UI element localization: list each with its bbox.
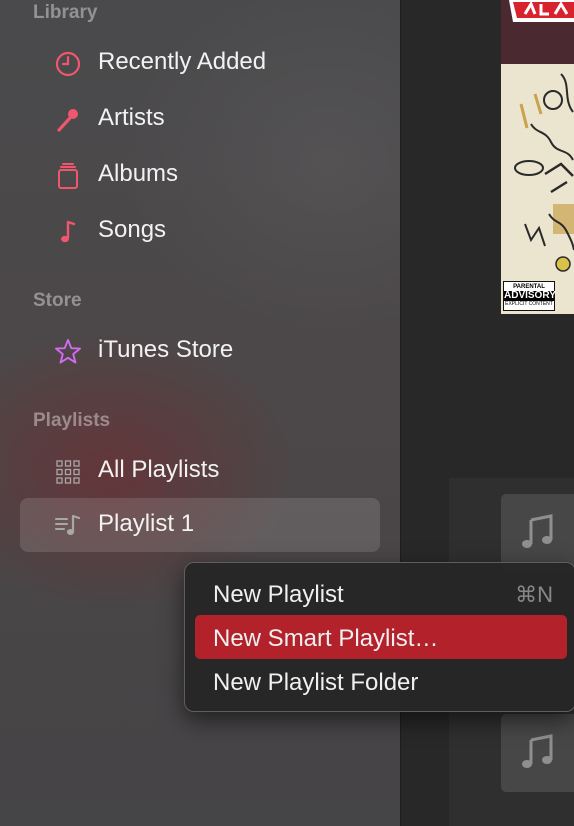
song-artwork-placeholder[interactable] — [501, 714, 574, 792]
sidebar-item-label: iTunes Store — [98, 336, 234, 363]
sidebar-item-label: Albums — [98, 160, 179, 187]
music-note-icon — [522, 734, 553, 768]
star-icon — [54, 338, 82, 366]
microphone-icon — [54, 106, 82, 134]
menu-item-new-playlist-folder[interactable]: New Playlist Folder — [195, 659, 567, 703]
sidebar-item-artists[interactable]: Artists — [20, 92, 380, 146]
sidebar-item-itunes-store[interactable]: iTunes Store — [20, 324, 380, 378]
sidebar-item-recently-added[interactable]: Recently Added — [20, 36, 380, 90]
sidebar-item-all-playlists[interactable]: All Playlists — [20, 444, 380, 498]
sidebar-item-songs[interactable]: Songs — [20, 204, 380, 258]
song-artwork-placeholder[interactable] — [501, 494, 574, 572]
section-header-library: Library — [33, 2, 98, 23]
album-stack-icon — [54, 162, 82, 190]
parental-advisory-label: PARENTAL ADVISORY EXPLICIT CONTENT — [503, 281, 556, 311]
menu-item-shortcut: ⌘N — [515, 582, 553, 607]
sidebar-item-label: Artists — [98, 104, 165, 131]
music-note-icon — [54, 218, 82, 246]
section-header-playlists: Playlists — [33, 410, 111, 431]
playlist-icon — [54, 512, 82, 540]
album-artwork-top[interactable] — [501, 0, 574, 64]
sidebar-item-label: All Playlists — [98, 456, 220, 483]
clock-icon — [54, 50, 82, 78]
menu-item-new-smart-playlist[interactable]: New Smart Playlist… — [195, 615, 567, 659]
menu-item-label: New Smart Playlist… — [213, 625, 439, 652]
grid-icon — [54, 458, 82, 486]
menu-item-label: New Playlist — [213, 581, 344, 608]
sidebar-item-playlist-1[interactable]: Playlist 1 — [20, 498, 380, 552]
album-artwork[interactable]: PARENTAL ADVISORY EXPLICIT CONTENT — [501, 64, 574, 314]
menu-item-new-playlist[interactable]: New Playlist ⌘N — [195, 571, 567, 615]
music-note-icon — [522, 514, 553, 548]
menu-item-label: New Playlist Folder — [213, 669, 419, 696]
sidebar-item-label: Recently Added — [98, 48, 267, 75]
sidebar-item-label: Songs — [98, 216, 167, 243]
section-header-store: Store — [33, 290, 82, 311]
sidebar-item-albums[interactable]: Albums — [20, 148, 380, 202]
sidebar-item-label: Playlist 1 — [98, 510, 195, 537]
context-menu: New Playlist ⌘N New Smart Playlist… New … — [184, 562, 574, 712]
